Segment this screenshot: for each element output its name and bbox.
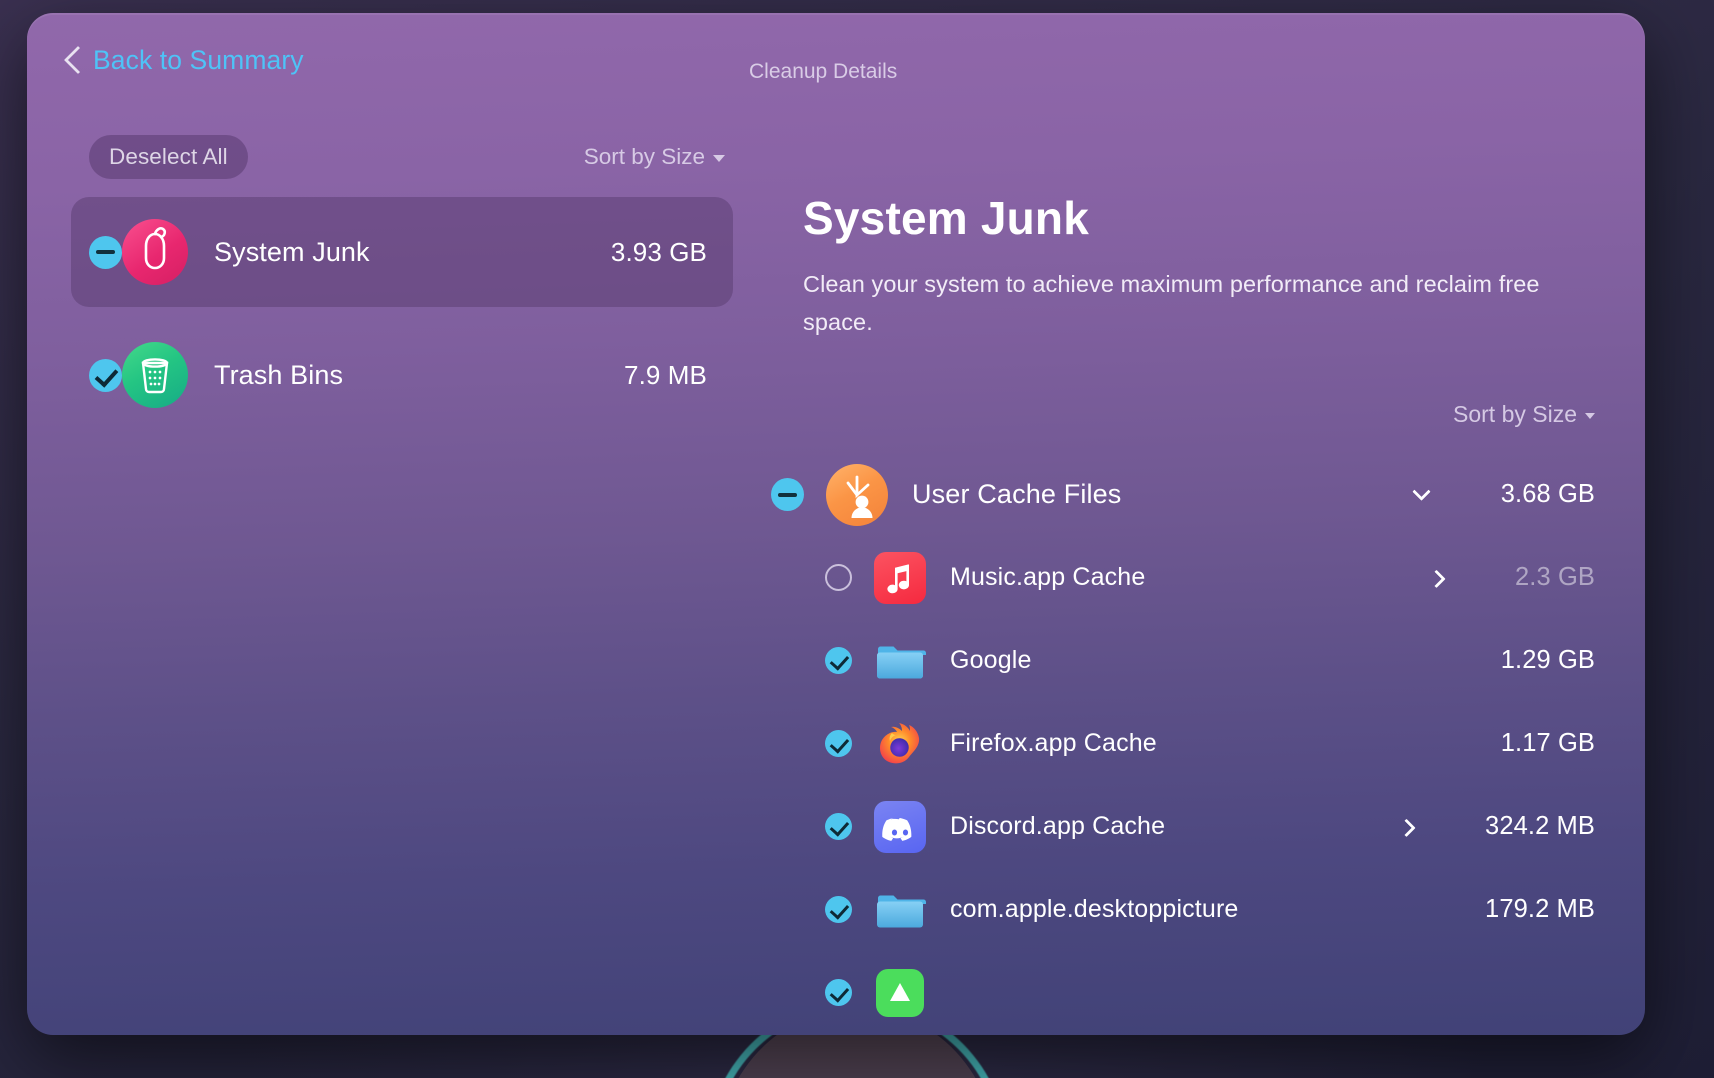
green-app-icon <box>874 967 926 1019</box>
tree-item-com-apple-desktoppicture[interactable]: com.apple.desktoppicture 179.2 MB <box>753 868 1645 951</box>
discord-app-cache-checkbox[interactable] <box>825 813 852 840</box>
tree-group-label: User Cache Files <box>912 479 1122 509</box>
page-title: System Junk <box>803 192 1089 244</box>
sidebar-sort-control[interactable]: Sort by Size <box>584 144 725 170</box>
tree-item-label: com.apple.desktoppicture <box>950 895 1239 923</box>
sidebar-category-list: System Junk 3.93 GB Trash Bins 7.9 MB <box>71 197 733 430</box>
detail-panel: System Junk Clean your system to achieve… <box>753 113 1645 1035</box>
discord-app-icon <box>874 800 926 853</box>
tree-item-google[interactable]: Google 1.29 GB <box>753 619 1645 702</box>
tree-item-label: Google <box>950 646 1032 674</box>
tree-item-partial[interactable] <box>753 951 1645 1034</box>
tree-item-size: 179.2 MB <box>1485 895 1595 923</box>
trash-bins-icon <box>122 342 188 408</box>
window-topbar: Back to Summary Cleanup Details <box>27 13 1645 113</box>
expand-music-app-cache-button[interactable] <box>1419 569 1453 589</box>
user-cache-files-icon <box>826 463 888 526</box>
expand-user-cache-files-button[interactable] <box>1405 482 1439 501</box>
window-body: Deselect All Sort by Size System Junk 3.… <box>27 113 1645 1035</box>
chevron-right-icon <box>1426 569 1446 589</box>
chevron-left-icon <box>65 46 81 75</box>
back-to-summary-label: Back to Summary <box>93 45 304 75</box>
detail-sort-label: Sort by Size <box>1453 401 1577 427</box>
com-apple-desktoppicture-checkbox[interactable] <box>825 896 852 923</box>
sidebar-item-label: System Junk <box>214 236 370 267</box>
sidebar-item-label: Trash Bins <box>214 359 344 390</box>
music-app-cache-checkbox[interactable] <box>825 564 852 591</box>
chevron-down-icon <box>1585 413 1595 419</box>
partial-row-checkbox[interactable] <box>825 979 852 1006</box>
sidebar-item-size: 3.93 GB <box>610 236 707 267</box>
folder-icon <box>874 635 926 687</box>
chevron-right-icon <box>1396 818 1416 838</box>
firefox-app-icon <box>874 718 926 770</box>
user-cache-files-checkbox[interactable] <box>771 478 804 511</box>
tree-item-firefox-app-cache[interactable]: Firefox.app Cache 1.17 GB <box>753 702 1645 785</box>
sidebar-item-system-junk[interactable]: System Junk 3.93 GB <box>71 197 733 307</box>
tree-item-size: 2.3 GB <box>1515 563 1595 591</box>
expand-discord-app-cache-button[interactable] <box>1389 818 1423 838</box>
tree-group-user-cache-files[interactable]: User Cache Files 3.68 GB <box>753 453 1645 536</box>
tree-item-label: Discord.app Cache <box>950 812 1166 840</box>
tree-item-size: 324.2 MB <box>1485 812 1595 840</box>
deselect-all-button[interactable]: Deselect All <box>89 135 248 179</box>
system-junk-icon <box>122 219 188 285</box>
sidebar: Deselect All Sort by Size System Junk 3.… <box>27 113 753 1035</box>
google-checkbox[interactable] <box>825 647 852 674</box>
chevron-down-icon <box>1412 482 1431 501</box>
tree-group-size: 3.68 GB <box>1500 480 1595 508</box>
tree-item-label: Firefox.app Cache <box>950 729 1157 757</box>
file-tree: User Cache Files 3.68 GB Music.app Cache… <box>753 453 1645 1035</box>
tree-item-size: 1.29 GB <box>1500 646 1595 674</box>
detail-sort-control[interactable]: Sort by Size <box>1453 401 1595 428</box>
system-junk-checkbox[interactable] <box>89 235 122 269</box>
cleanup-window: Back to Summary Cleanup Details Deselect… <box>27 13 1645 1035</box>
trash-bins-checkbox[interactable] <box>89 358 122 392</box>
tree-item-size: 1.17 GB <box>1500 729 1595 757</box>
sidebar-sort-label: Sort by Size <box>583 144 705 169</box>
tree-item-label: Music.app Cache <box>950 563 1146 591</box>
breadcrumb: Cleanup Details <box>749 60 898 83</box>
back-to-summary-button[interactable]: Back to Summary <box>65 45 304 76</box>
sidebar-item-size: 7.9 MB <box>624 359 707 390</box>
tree-item-music-app-cache[interactable]: Music.app Cache 2.3 GB <box>753 536 1645 619</box>
sidebar-item-trash-bins[interactable]: Trash Bins 7.9 MB <box>71 320 733 430</box>
firefox-app-cache-checkbox[interactable] <box>825 730 852 757</box>
folder-icon <box>874 884 926 936</box>
tree-item-discord-app-cache[interactable]: Discord.app Cache 324.2 MB <box>753 785 1645 868</box>
page-description: Clean your system to achieve maximum per… <box>803 271 1540 336</box>
music-app-icon <box>874 551 926 604</box>
sidebar-toolbar: Deselect All Sort by Size <box>89 135 725 179</box>
chevron-down-icon <box>713 155 725 162</box>
